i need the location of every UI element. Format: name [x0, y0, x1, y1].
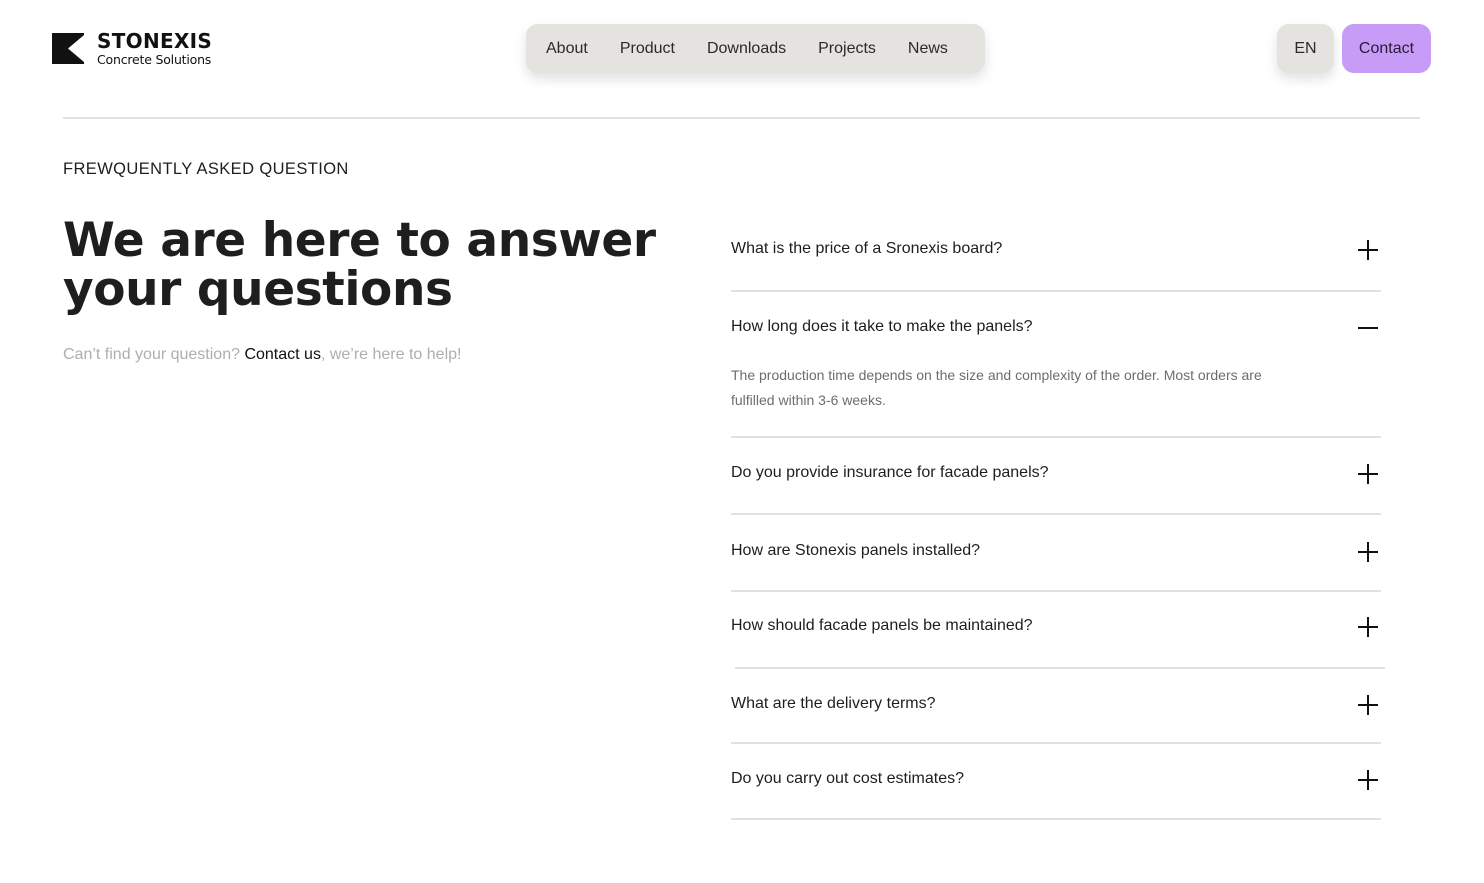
plus-icon[interactable] — [1357, 694, 1379, 716]
faq-divider — [731, 742, 1381, 744]
faq-question[interactable]: Do you carry out cost estimates? — [731, 770, 964, 788]
nav-item-product[interactable]: Product — [620, 40, 675, 58]
help-prefix: Can’t find your question? — [63, 346, 245, 363]
plus-icon[interactable] — [1357, 239, 1379, 261]
faq-question[interactable]: How long does it take to make the panels… — [731, 318, 1033, 336]
page-title: We are here to answer your questions — [63, 213, 656, 317]
plus-icon[interactable] — [1357, 463, 1379, 485]
stonexis-logo-icon — [52, 33, 84, 65]
nav-item-about[interactable]: About — [546, 40, 588, 58]
language-switcher[interactable]: EN — [1277, 24, 1334, 73]
faq-divider — [731, 290, 1381, 292]
header-divider — [63, 117, 1420, 119]
minus-icon[interactable] — [1357, 317, 1379, 339]
contact-button[interactable]: Contact — [1342, 24, 1431, 73]
help-suffix: , we’re here to help! — [320, 346, 462, 363]
main-nav: About Product Downloads Projects News — [526, 24, 985, 73]
nav-item-news[interactable]: News — [908, 40, 948, 58]
contact-us-link[interactable]: Contact us — [244, 346, 320, 363]
faq-divider — [735, 667, 1385, 669]
section-eyebrow: FREWQUENTLY ASKED QUESTION — [63, 160, 349, 178]
brand-tagline: Concrete Solutions — [97, 52, 212, 67]
plus-icon[interactable] — [1357, 616, 1379, 638]
faq-divider — [731, 513, 1381, 515]
faq-answer: The production time depends on the size … — [731, 367, 1262, 408]
faq-question[interactable]: What are the delivery terms? — [731, 695, 936, 713]
nav-item-downloads[interactable]: Downloads — [707, 40, 786, 58]
plus-icon[interactable] — [1357, 541, 1379, 563]
faq-question[interactable]: How should facade panels be maintained? — [731, 617, 1033, 635]
faq-question[interactable]: What is the price of a Sronexis board? — [731, 240, 1002, 258]
plus-icon[interactable] — [1357, 769, 1379, 791]
faq-divider — [731, 590, 1381, 592]
brand-logo[interactable]: STONEXIS Concrete Solutions — [52, 31, 212, 67]
help-text: Can’t find your question? Contact us, we… — [63, 346, 461, 364]
faq-divider — [731, 436, 1381, 438]
faq-question[interactable]: Do you provide insurance for facade pane… — [731, 464, 1049, 482]
nav-item-projects[interactable]: Projects — [818, 40, 876, 58]
brand-name: STONEXIS — [97, 29, 213, 53]
faq-divider — [731, 818, 1381, 820]
faq-question[interactable]: How are Stonexis panels installed? — [731, 542, 980, 560]
